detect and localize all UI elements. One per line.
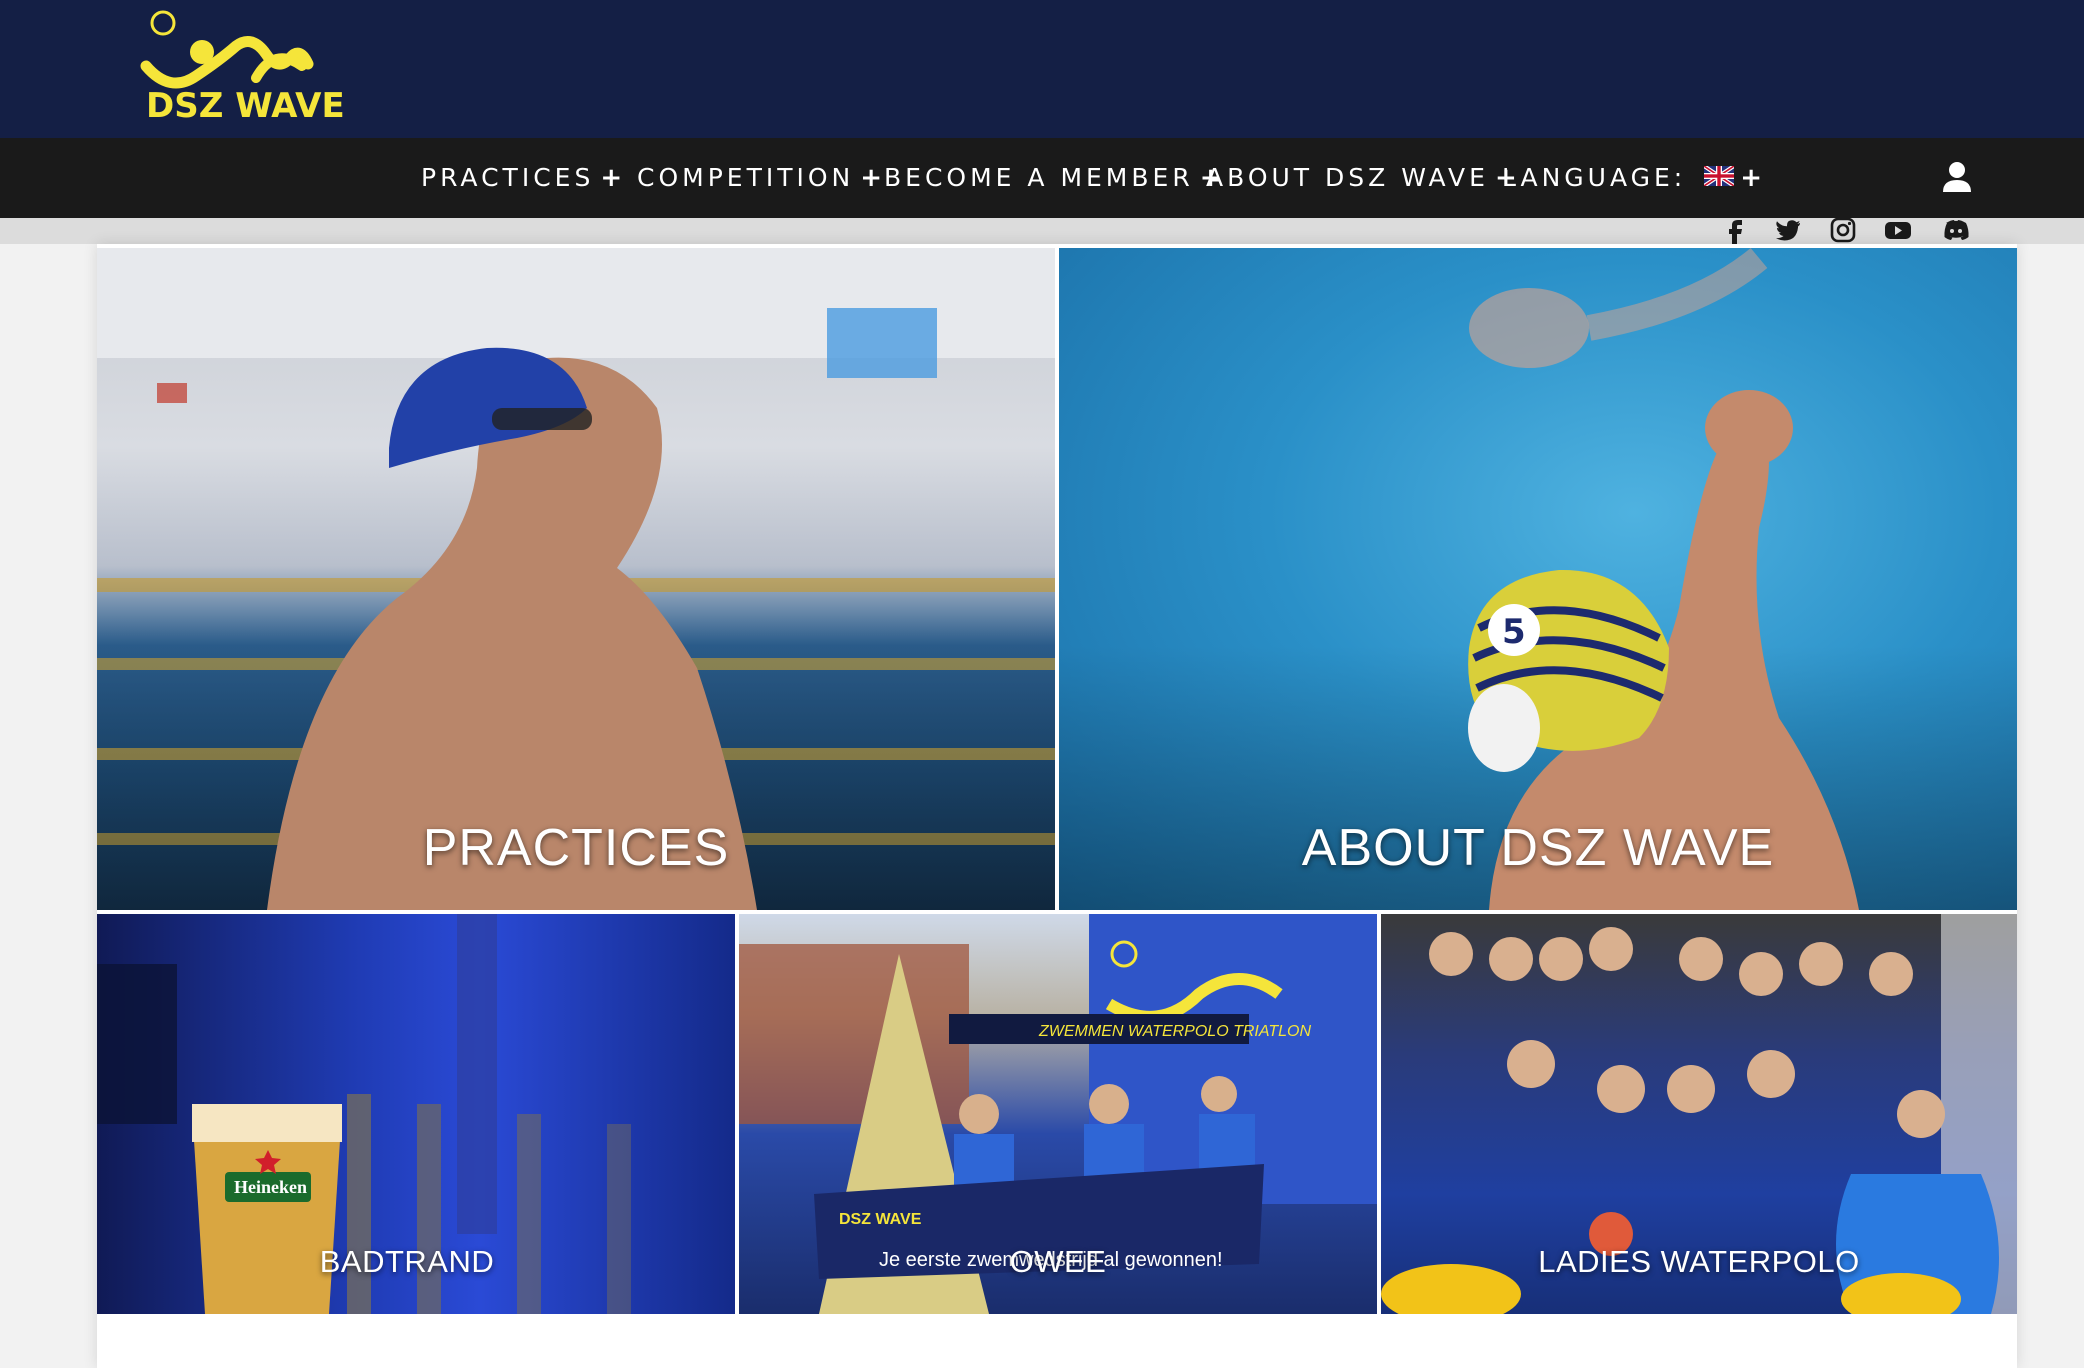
site-logo[interactable]: DSZ WAVE xyxy=(140,6,345,130)
nav-practices-label: PRACTICES xyxy=(421,163,595,192)
svg-text:ZWEMMEN WATERPOLO TRIATLON: ZWEMMEN WATERPOLO TRIATLON xyxy=(1038,1023,1311,1040)
nav-language-label: LANGUAGE: xyxy=(1502,163,1687,192)
uk-flag-icon xyxy=(1704,166,1735,186)
facebook-icon[interactable] xyxy=(1720,214,1752,246)
wave-logo-icon xyxy=(140,10,314,89)
user-icon[interactable] xyxy=(1942,161,1972,193)
practices-photo xyxy=(97,248,1055,910)
site-header: DSZ WAVE xyxy=(0,0,2084,138)
logo-text: DSZ WAVE xyxy=(146,86,345,126)
tile-about[interactable]: 5 ABOUT DSZ WAVE xyxy=(1059,248,2017,910)
tile-badtrand[interactable]: Heineken BADTRAND xyxy=(97,914,735,1314)
nav-become-member-label: BECOME A MEMBER xyxy=(884,163,1194,192)
nav-about-label: ABOUT DSZ WAVE xyxy=(1206,163,1489,192)
tile-owee[interactable]: ZWEMMEN WATERPOLO TRIATLON DSZ WAVE Je e… xyxy=(739,914,1377,1314)
instagram-icon[interactable] xyxy=(1827,214,1859,246)
tile-ladies-waterpolo[interactable]: LADIES WATERPOLO xyxy=(1381,914,2017,1314)
social-bar xyxy=(0,218,2084,244)
nav-about[interactable]: ABOUT DSZ WAVE + xyxy=(1206,138,1517,218)
svg-text:5: 5 xyxy=(1502,612,1526,652)
tile-ladies-waterpolo-label: LADIES WATERPOLO xyxy=(1538,1244,1860,1279)
plus-icon: + xyxy=(1740,163,1762,193)
svg-text:DSZ WAVE: DSZ WAVE xyxy=(839,1211,922,1228)
nav-language[interactable]: LANGUAGE: + xyxy=(1502,138,1762,218)
tile-badtrand-label: BADTRAND xyxy=(319,1244,495,1279)
plus-icon: + xyxy=(860,163,883,193)
about-photo: 5 xyxy=(1468,248,1859,910)
tile-owee-label: OWEE xyxy=(1009,1244,1107,1279)
svg-text:Heineken: Heineken xyxy=(234,1177,307,1197)
plus-icon: + xyxy=(600,163,623,193)
youtube-icon[interactable] xyxy=(1882,214,1914,246)
tile-about-label: ABOUT DSZ WAVE xyxy=(1301,819,1775,877)
nav-practices[interactable]: PRACTICES + xyxy=(421,138,622,218)
twitter-icon[interactable] xyxy=(1773,214,1805,246)
nav-become-member[interactable]: BECOME A MEMBER + xyxy=(884,138,1222,218)
main-navigation: PRACTICES + COMPETITION + BECOME A MEMBER +… xyxy=(0,138,2084,218)
nav-competition-label: COMPETITION xyxy=(637,163,855,192)
nav-competition[interactable]: COMPETITION + xyxy=(637,138,882,218)
tile-practices[interactable]: PRACTICES xyxy=(97,248,1055,910)
tile-practices-label: PRACTICES xyxy=(422,819,730,877)
discord-icon[interactable] xyxy=(1940,214,1972,246)
